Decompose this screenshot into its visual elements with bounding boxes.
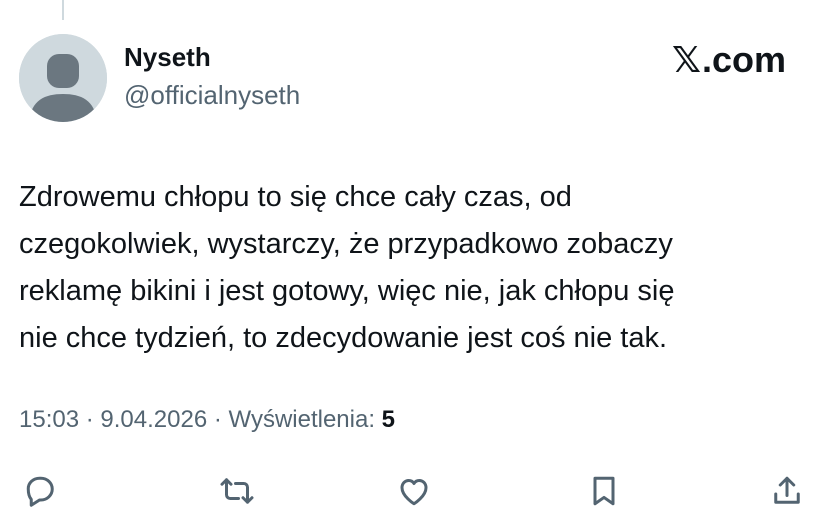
avatar[interactable] <box>19 34 107 122</box>
tweet-time[interactable]: 15:03 <box>19 406 79 433</box>
brand-domain: .com <box>701 39 786 80</box>
retweet-icon <box>220 478 254 504</box>
brand-watermark: 𝕏 .com <box>672 39 786 81</box>
reply-button[interactable] <box>22 472 60 510</box>
tweet-text: Zdrowemu chłopu to się chce cały czas, o… <box>19 181 675 354</box>
retweet-button[interactable] <box>218 472 256 510</box>
like-button[interactable] <box>395 472 433 510</box>
share-button[interactable] <box>768 472 806 510</box>
x-logo-icon: 𝕏 <box>671 40 701 81</box>
views-count: 5 <box>381 406 396 433</box>
like-icon <box>400 479 428 506</box>
default-avatar-icon <box>19 34 107 122</box>
views-label: Wyświetlenia: <box>228 406 382 433</box>
tweet-action-bar <box>22 472 806 512</box>
meta-separator: · <box>207 406 229 433</box>
meta-separator: · <box>79 406 101 433</box>
bookmark-button[interactable] <box>585 472 623 510</box>
tweet-date[interactable]: 9.04.2026 <box>100 406 207 433</box>
share-icon <box>774 476 800 504</box>
tweet-meta: 15:03 · 9.04.2026 · Wyświetlenia: 5 <box>19 406 395 434</box>
author-display-name[interactable]: Nyseth <box>124 42 211 73</box>
reply-icon <box>26 476 54 507</box>
author-handle[interactable]: @officialnyseth <box>124 80 300 111</box>
thread-connector-line <box>62 0 64 20</box>
bookmark-icon <box>593 476 615 506</box>
